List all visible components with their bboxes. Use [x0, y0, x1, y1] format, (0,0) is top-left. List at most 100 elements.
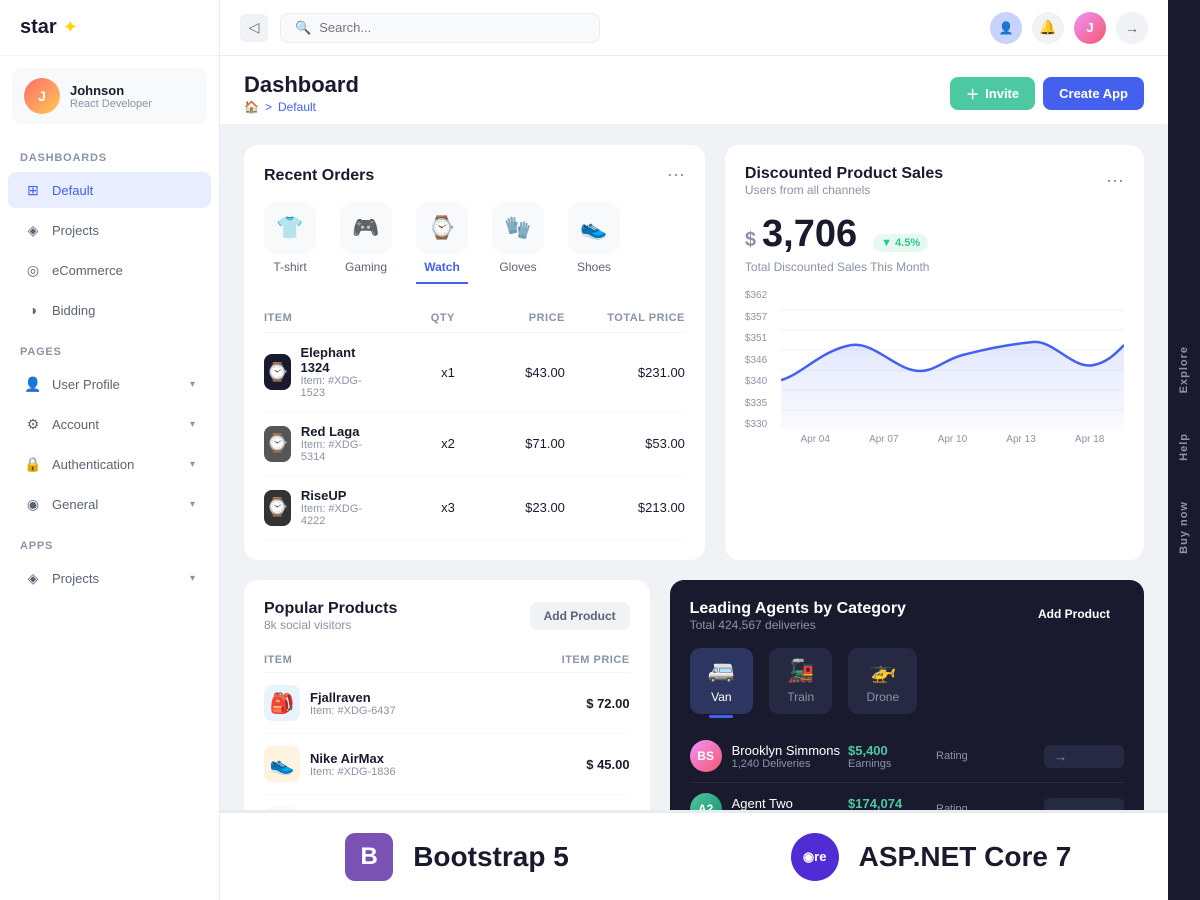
total-1: $53.00: [575, 436, 685, 451]
right-panel: Explore Help Buy now: [1168, 0, 1200, 900]
cat-tab-van[interactable]: 🚐 Van: [690, 648, 753, 714]
arrow-right-icon: →: [1054, 802, 1067, 811]
user-role: React Developer: [70, 98, 152, 110]
sidebar-item-account[interactable]: ⚙ Account ▾: [8, 406, 211, 442]
explore-button[interactable]: Explore: [1178, 346, 1190, 393]
item-name-0: Elephant 1324: [301, 345, 365, 375]
table-row: ⌚ Elephant 1324 Item: #XDG-1523 x1 $43.0…: [264, 333, 685, 412]
logo-star: ✦: [63, 17, 78, 38]
sidebar-item-label: Bidding: [52, 303, 95, 318]
sidebar-item-projects-app[interactable]: ◈ Projects ▾: [8, 560, 211, 596]
products-subtitle: 8k social visitors: [264, 618, 397, 632]
agents-add-product-button[interactable]: Add Product: [1024, 600, 1124, 628]
cat-tab-drone[interactable]: 🚁 Drone: [848, 648, 917, 714]
agent-avatar-1: A2: [690, 793, 722, 810]
sidebar-item-general[interactable]: ◉ General ▾: [8, 486, 211, 522]
product-img-1: 👟: [264, 746, 300, 782]
ecommerce-icon: ◎: [24, 261, 42, 279]
discounted-sales-card: Discounted Product Sales Users from all …: [725, 145, 1144, 560]
orders-more-button[interactable]: ⋯: [667, 165, 685, 186]
breadcrumb: 🏠 > Default: [244, 100, 359, 114]
breadcrumb-current: Default: [278, 100, 316, 114]
amount-row: $ 3,706 ▼ 4.5%: [745, 213, 1124, 256]
growth-badge: ▼ 4.5%: [873, 234, 928, 252]
create-app-button[interactable]: Create App: [1043, 77, 1144, 110]
sidebar-item-default[interactable]: ⊞ Default: [8, 172, 211, 208]
shoes-label: Shoes: [577, 260, 611, 274]
agents-title: Leading Agents by Category: [690, 600, 906, 618]
add-product-button[interactable]: Add Product: [530, 602, 630, 630]
rating-label-0: Rating: [936, 750, 1036, 762]
notifications-button[interactable]: 🔔: [1032, 12, 1064, 44]
sidebar-item-label: eCommerce: [52, 263, 123, 278]
sidebar-item-projects[interactable]: ◈ Projects: [8, 212, 211, 248]
tab-gaming[interactable]: 🎮 Gaming: [340, 202, 392, 284]
agent-row-1: A2 Agent Two 6,074 Deliveries $174,074 E…: [690, 783, 1124, 810]
product-item-0: 🎒 Fjallraven Item: #XDG-6437: [264, 685, 501, 721]
agent-cell-0: BS Brooklyn Simmons 1,240 Deliveries: [690, 740, 840, 772]
watch-icon: ⌚: [416, 202, 468, 254]
discount-more-button[interactable]: ⋯: [1106, 171, 1124, 192]
row-2: Popular Products 8k social visitors Add …: [244, 580, 1144, 810]
account-icon: ⚙: [24, 415, 42, 433]
page-header: Dashboard 🏠 > Default ＋ Invite Create Ap…: [220, 56, 1168, 125]
agent-earnings-0: $5,400: [848, 743, 928, 758]
topbar-user-avatar: J: [1074, 12, 1106, 44]
tab-watch[interactable]: ⌚ Watch: [416, 202, 468, 284]
shoes-icon: 👟: [568, 202, 620, 254]
price-0: $43.00: [465, 365, 565, 380]
sidebar-item-label: Projects: [52, 223, 99, 238]
rating-button-0[interactable]: →: [1044, 745, 1124, 768]
invite-button[interactable]: ＋ Invite: [950, 77, 1035, 110]
tab-tshirt[interactable]: 👕 T-shirt: [264, 202, 316, 284]
breadcrumb-home: 🏠: [244, 100, 259, 114]
plus-icon: ＋: [966, 84, 979, 103]
cat-tab-train[interactable]: 🚂 Train: [769, 648, 832, 714]
user-card[interactable]: J Johnson React Developer: [12, 68, 207, 124]
tab-shoes[interactable]: 👟 Shoes: [568, 202, 620, 284]
item-id-1: Item: #XDG-5314: [301, 439, 365, 463]
discount-subtitle: Users from all channels: [745, 183, 943, 197]
rating-label-1: Rating: [936, 803, 1036, 810]
projects-icon: ◈: [24, 221, 42, 239]
sidebar-item-bidding[interactable]: ◑ Bidding: [8, 292, 211, 328]
popular-products-card: Popular Products 8k social visitors Add …: [244, 580, 650, 810]
agent-earnings-label-0: Earnings: [848, 758, 928, 770]
total-2: $213.00: [575, 500, 685, 515]
sidebar-item-ecommerce[interactable]: ◎ eCommerce: [8, 252, 211, 288]
sidebar-item-authentication[interactable]: 🔒 Authentication ▾: [8, 446, 211, 482]
product-price-0: $ 72.00: [511, 696, 630, 711]
price-2: $23.00: [465, 500, 565, 515]
buy-now-button[interactable]: Buy now: [1178, 501, 1190, 554]
help-button[interactable]: Help: [1178, 433, 1190, 461]
tab-gloves[interactable]: 🧤 Gloves: [492, 202, 544, 284]
total-0: $231.00: [575, 365, 685, 380]
rating-button-1[interactable]: →: [1044, 798, 1124, 811]
order-tabs: 👕 T-shirt 🎮 Gaming ⌚ Watch 🧤 Gloves: [264, 202, 685, 284]
chart-area: [781, 290, 1124, 430]
agent-row-0: BS Brooklyn Simmons 1,240 Deliveries $5,…: [690, 730, 1124, 783]
search-input[interactable]: [319, 20, 585, 35]
sales-label: Total Discounted Sales This Month: [745, 260, 1124, 274]
search-icon: 🔍: [295, 20, 311, 36]
item-cell-2: ⌚ RiseUP Item: #XDG-4222: [264, 488, 365, 527]
train-icon: 🚂: [787, 658, 814, 684]
gloves-icon: 🧤: [492, 202, 544, 254]
item-img-0: ⌚: [264, 354, 291, 390]
item-img-1: ⌚: [264, 426, 291, 462]
aspnet-name: ASP.NET Core 7: [859, 841, 1072, 873]
chart-y-labels: $362 $357 $351 $346 $340 $335 $330: [745, 290, 767, 430]
product-item-1: 👟 Nike AirMax Item: #XDG-1836: [264, 746, 501, 782]
sidebar-item-label: General: [52, 497, 98, 512]
product-img-0: 🎒: [264, 685, 300, 721]
orders-table-header: ITEM QTY PRICE TOTAL PRICE: [264, 304, 685, 333]
agents-header: Leading Agents by Category Total 424,567…: [690, 600, 1124, 632]
item-cell-1: ⌚ Red Laga Item: #XDG-5314: [264, 424, 365, 463]
promo-aspnet: ◉re ASP.NET Core 7: [694, 811, 1168, 900]
currency-symbol: $: [745, 229, 756, 252]
collapse-sidebar-button[interactable]: ◁: [240, 14, 268, 42]
agent-name-0: Brooklyn Simmons: [732, 743, 840, 758]
logout-button[interactable]: →: [1116, 12, 1148, 44]
sidebar-item-user-profile[interactable]: 👤 User Profile ▾: [8, 366, 211, 402]
recent-orders-title: Recent Orders: [264, 167, 374, 185]
